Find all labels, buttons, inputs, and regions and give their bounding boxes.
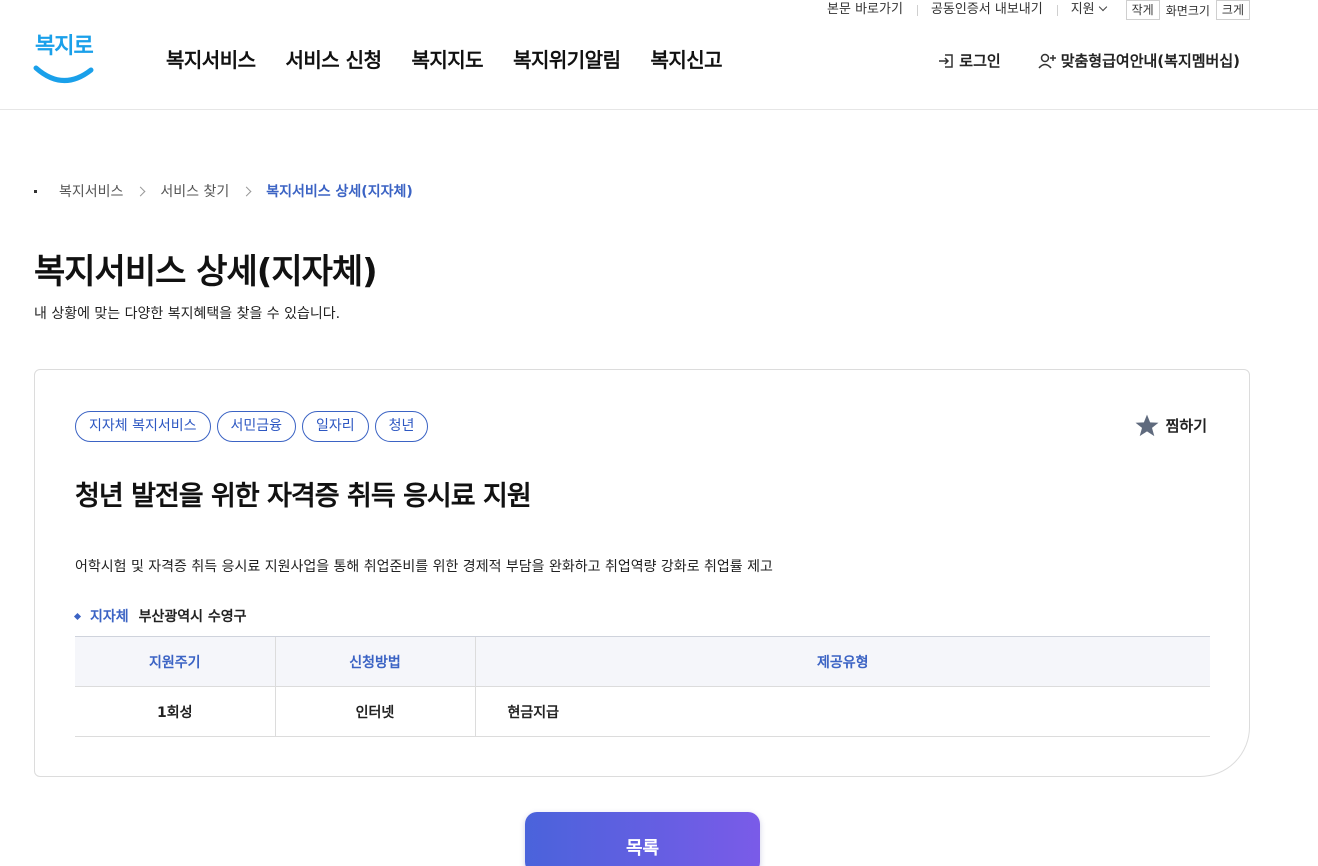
region-label: 지자체 (90, 609, 129, 625)
chevron-right-icon (135, 186, 146, 196)
text-size-controls: 작게 화면크기 크게 (1125, 0, 1250, 20)
list-button[interactable]: 목록 (525, 812, 760, 866)
support-label: 지원 (1070, 2, 1095, 17)
favorite-label: 찜하기 (1165, 417, 1207, 435)
service-title: 청년 발전을 위한 자격증 취득 응시료 지원 (75, 481, 532, 512)
tag-jobs[interactable]: 일자리 (302, 411, 369, 442)
user-plus-icon (1038, 53, 1056, 69)
header-apply-method: 신청방법 (274, 636, 475, 687)
cell-support-cycle: 1회성 (75, 686, 275, 737)
breadcrumb-current: 복지서비스 상세(지자체) (266, 184, 413, 200)
nav-welfare-report[interactable]: 복지신고 (650, 44, 722, 73)
table-header-row: 지원주기 신청방법 제공유형 (75, 636, 1210, 687)
login-label: 로그인 (959, 52, 1001, 70)
tag-finance[interactable]: 서민금융 (216, 411, 297, 442)
header-provision-type: 제공유형 (474, 636, 1210, 687)
chevron-right-icon (241, 186, 252, 196)
cell-provision-type: 현금지급 (474, 686, 1210, 737)
text-size-label: 화면크기 (1165, 3, 1210, 18)
service-description: 어학시험 및 자격증 취득 응시료 지원사업을 통해 취업준비를 위한 경제적 … (75, 559, 773, 575)
service-detail-card: 지자체 복지서비스 서민금융 일자리 청년 찜하기 청년 발전을 위한 자격증 … (34, 369, 1250, 777)
login-link[interactable]: 로그인 (937, 50, 1001, 71)
table-row: 1회성 인터넷 현금지급 (75, 686, 1210, 737)
page-description: 내 상황에 맞는 다양한 복지혜택을 찾을 수 있습니다. (34, 306, 341, 322)
nav-welfare-map[interactable]: 복지지도 (411, 44, 483, 73)
nav-crisis-alert[interactable]: 복지위기알림 (513, 44, 621, 73)
diamond-bullet-icon (73, 612, 82, 620)
page-title: 복지서비스 상세(지자체) (34, 252, 378, 292)
membership-link[interactable]: 맞춤형급여안내(복지멤버십) (1037, 50, 1240, 71)
login-icon (939, 53, 954, 68)
utility-bar: 본문 바로가기 공동인증서 내보내기 지원 작게 화면크기 크게 (813, 0, 1250, 20)
text-large-button[interactable]: 크게 (1215, 0, 1250, 20)
nav-welfare-services[interactable]: 복지서비스 (166, 44, 256, 73)
nav-service-apply[interactable]: 서비스 신청 (286, 44, 382, 73)
favorite-button[interactable]: 찜하기 (1134, 413, 1207, 438)
site-logo[interactable]: 복지로 (33, 28, 95, 84)
cert-export-link[interactable]: 공동인증서 내보내기 (916, 2, 1057, 18)
chevron-down-icon (1098, 2, 1107, 12)
header-support-cycle: 지원주기 (75, 636, 275, 687)
breadcrumb: 복지서비스 서비스 찾기 복지서비스 상세(지자체) (34, 181, 413, 201)
header-actions: 로그인 맞춤형급여안내(복지멤버십) (901, 50, 1240, 71)
star-icon (1135, 414, 1159, 437)
main-nav: 복지서비스 서비스 신청 복지지도 복지위기알림 복지신고 (166, 44, 752, 73)
breadcrumb-home-icon[interactable] (34, 189, 37, 193)
region-info: 지자체 부산광역시 수영구 (73, 606, 247, 626)
text-small-button[interactable]: 작게 (1125, 0, 1160, 20)
region-value: 부산광역시 수영구 (138, 609, 247, 625)
breadcrumb-item[interactable]: 복지서비스 (59, 181, 123, 201)
skip-to-content-link[interactable]: 본문 바로가기 (813, 2, 917, 18)
tag-youth[interactable]: 청년 (374, 411, 429, 442)
site-header: 복지로 복지서비스 서비스 신청 복지지도 복지위기알림 복지신고 로그인 맞춤… (0, 20, 1318, 110)
logo-smile-icon (33, 65, 94, 83)
tag-local-welfare[interactable]: 지자체 복지서비스 (75, 411, 211, 442)
membership-label: 맞춤형급여안내(복지멤버십) (1060, 52, 1240, 70)
service-info-table: 지원주기 신청방법 제공유형 1회성 인터넷 현금지급 (75, 636, 1210, 737)
service-tags: 지자체 복지서비스 서민금융 일자리 청년 (75, 411, 434, 442)
cell-apply-method: 인터넷 (274, 686, 475, 737)
breadcrumb-item[interactable]: 서비스 찾기 (160, 181, 229, 201)
support-dropdown[interactable]: 지원 (1056, 2, 1120, 18)
